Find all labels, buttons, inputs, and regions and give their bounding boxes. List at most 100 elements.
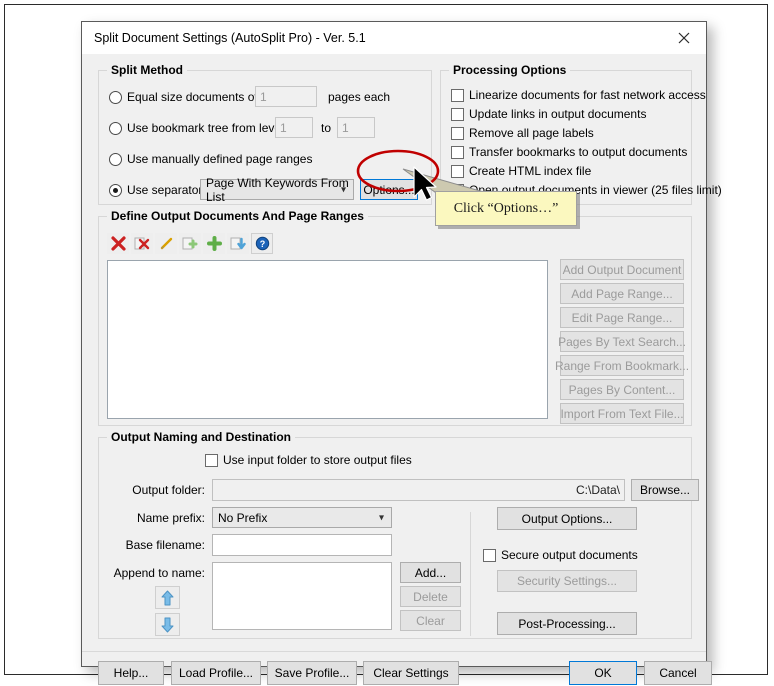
radio-bookmark-tree-indicator: [109, 121, 122, 135]
checkbox-remove-page-labels[interactable]: Remove all page labels: [451, 126, 685, 140]
clear-settings-button[interactable]: Clear Settings: [363, 661, 459, 685]
output-folder-value: C:\Data\: [575, 483, 620, 497]
checkbox-linearize-documents[interactable]: Linearize documents for fast network acc…: [451, 88, 706, 102]
svg-text:?: ?: [259, 239, 265, 249]
checkbox-create-html-index-label: Create HTML index file: [469, 164, 592, 178]
close-icon-glyph: [678, 32, 690, 43]
callout-click-options: Click “Options…”: [435, 191, 577, 226]
import-from-text-file-button[interactable]: Import From Text File...: [560, 403, 684, 424]
help-icon[interactable]: ?: [251, 233, 273, 254]
split-method-title: Split Method: [107, 63, 187, 77]
separator-type-value: Page With Keywords From List: [206, 175, 349, 204]
add-page-range-icon-glyph: [182, 237, 198, 250]
edit-page-range-button[interactable]: Edit Page Range...: [560, 307, 684, 328]
output-naming-group: Output Naming and Destination Use input …: [98, 430, 699, 639]
add-page-range-button[interactable]: Add Page Range...: [560, 283, 684, 304]
separator-options-button[interactable]: Options...: [360, 179, 418, 200]
checkbox-linearize-documents-box: [451, 88, 464, 102]
range-from-bookmark-button[interactable]: Range From Bookmark...: [555, 355, 689, 376]
append-delete-button[interactable]: Delete: [400, 586, 461, 607]
arrow-down-icon-glyph: [161, 617, 174, 632]
name-prefix-label: Name prefix:: [136, 511, 205, 525]
checkbox-use-input-folder[interactable]: Use input folder to store output files: [205, 453, 412, 467]
equal-size-pages-value: 1: [260, 89, 267, 104]
radio-manual-page-ranges-indicator: [109, 152, 122, 166]
name-prefix-combobox[interactable]: No Prefix ▾: [212, 507, 392, 528]
bookmark-level-to-value: 1: [342, 120, 349, 135]
bookmark-level-to-input[interactable]: 1: [337, 117, 375, 138]
define-output-toolbar: ?: [107, 233, 273, 254]
append-clear-button[interactable]: Clear: [400, 610, 461, 631]
add-output-document-icon[interactable]: [203, 233, 225, 254]
append-to-name-label: Append to name:: [113, 566, 205, 580]
radio-use-separator-indicator: [109, 183, 122, 197]
radio-use-separator[interactable]: Use separator:: [109, 183, 206, 197]
base-filename-input[interactable]: [212, 534, 392, 556]
screenshot-frame: Split Document Settings (AutoSplit Pro) …: [4, 4, 768, 685]
edit-pencil-icon[interactable]: [155, 233, 177, 254]
browse-button[interactable]: Browse...: [631, 479, 699, 501]
pages-by-text-search-button[interactable]: Pages By Text Search...: [558, 331, 686, 352]
radio-use-separator-label: Use separator:: [127, 183, 206, 197]
security-settings-button[interactable]: Security Settings...: [497, 570, 637, 592]
radio-manual-page-ranges[interactable]: Use manually defined page ranges: [109, 152, 312, 166]
load-profile-button[interactable]: Load Profile...: [171, 661, 261, 685]
help-button[interactable]: Help...: [98, 661, 164, 685]
output-folder-input[interactable]: C:\Data\: [212, 479, 625, 501]
add-output-document-icon-glyph: [206, 236, 222, 251]
processing-options-title: Processing Options: [449, 63, 571, 77]
delete-all-icon[interactable]: [107, 233, 129, 254]
pages-by-content-button[interactable]: Pages By Content...: [560, 379, 684, 400]
checkbox-update-links[interactable]: Update links in output documents: [451, 107, 685, 121]
post-processing-button[interactable]: Post-Processing...: [497, 612, 637, 635]
checkbox-transfer-bookmarks-label: Transfer bookmarks to output documents: [469, 145, 688, 159]
arrow-up-icon-glyph: [161, 590, 174, 605]
chevron-down-icon: ▾: [340, 184, 346, 195]
cancel-button[interactable]: Cancel: [644, 661, 712, 685]
define-output-buttons: Add Output Document Add Page Range... Ed…: [555, 259, 689, 424]
radio-equal-size-documents[interactable]: Equal size documents of: [109, 90, 258, 104]
radio-manual-page-ranges-label: Use manually defined page ranges: [127, 152, 313, 166]
add-output-document-button[interactable]: Add Output Document: [560, 259, 684, 280]
radio-equal-size-documents-indicator: [109, 90, 122, 104]
output-documents-listbox[interactable]: [107, 260, 548, 419]
base-filename-label: Base filename:: [125, 538, 205, 552]
output-options-button[interactable]: Output Options...: [497, 507, 637, 530]
ok-button[interactable]: OK: [569, 661, 637, 685]
append-to-name-listbox[interactable]: [212, 562, 392, 630]
callout-text: Click “Options…”: [453, 200, 559, 216]
import-icon[interactable]: [227, 233, 249, 254]
delete-all-icon-glyph: [110, 236, 126, 251]
checkbox-linearize-documents-label: Linearize documents for fast network acc…: [469, 88, 706, 102]
dialog-body: Split Method Equal size documents of 1 p…: [82, 54, 722, 685]
processing-options-list: Linearize documents for fast network acc…: [451, 88, 722, 202]
checkbox-create-html-index[interactable]: Create HTML index file: [451, 164, 685, 178]
dialog-titlebar: Split Document Settings (AutoSplit Pro) …: [82, 22, 706, 55]
checkbox-update-links-box: [451, 107, 464, 121]
define-output-group: Define Output Documents And Page Ranges: [98, 209, 692, 426]
checkbox-create-html-index-box: [451, 164, 464, 178]
split-document-settings-dialog: Split Document Settings (AutoSplit Pro) …: [81, 21, 722, 685]
arrow-down-icon[interactable]: [155, 613, 180, 636]
delete-item-icon[interactable]: [131, 233, 153, 254]
separator-type-combobox[interactable]: Page With Keywords From List ▾: [200, 176, 354, 204]
close-icon[interactable]: [662, 22, 706, 53]
checkbox-transfer-bookmarks[interactable]: Transfer bookmarks to output documents: [451, 145, 688, 159]
append-add-button[interactable]: Add...: [400, 562, 461, 583]
radio-equal-size-documents-label: Equal size documents of: [127, 90, 258, 104]
import-icon-glyph: [230, 237, 246, 250]
arrow-up-icon[interactable]: [155, 586, 180, 609]
output-naming-divider: [470, 512, 471, 636]
save-profile-button[interactable]: Save Profile...: [267, 661, 357, 685]
pages-each-label: pages each: [328, 90, 391, 104]
add-page-range-icon[interactable]: [179, 233, 201, 254]
bookmark-level-from-input[interactable]: 1: [275, 117, 313, 138]
checkbox-secure-output-documents[interactable]: Secure output documents: [483, 548, 638, 562]
chevron-down-icon: ▾: [378, 512, 384, 523]
output-naming-title: Output Naming and Destination: [107, 430, 295, 444]
radio-bookmark-tree[interactable]: Use bookmark tree from level: [109, 121, 284, 135]
name-prefix-value: No Prefix: [218, 510, 268, 525]
equal-size-pages-input[interactable]: 1: [255, 86, 317, 107]
processing-options-group: Processing Options Linearize documents f…: [440, 63, 722, 205]
radio-bookmark-tree-label: Use bookmark tree from level: [127, 121, 284, 135]
